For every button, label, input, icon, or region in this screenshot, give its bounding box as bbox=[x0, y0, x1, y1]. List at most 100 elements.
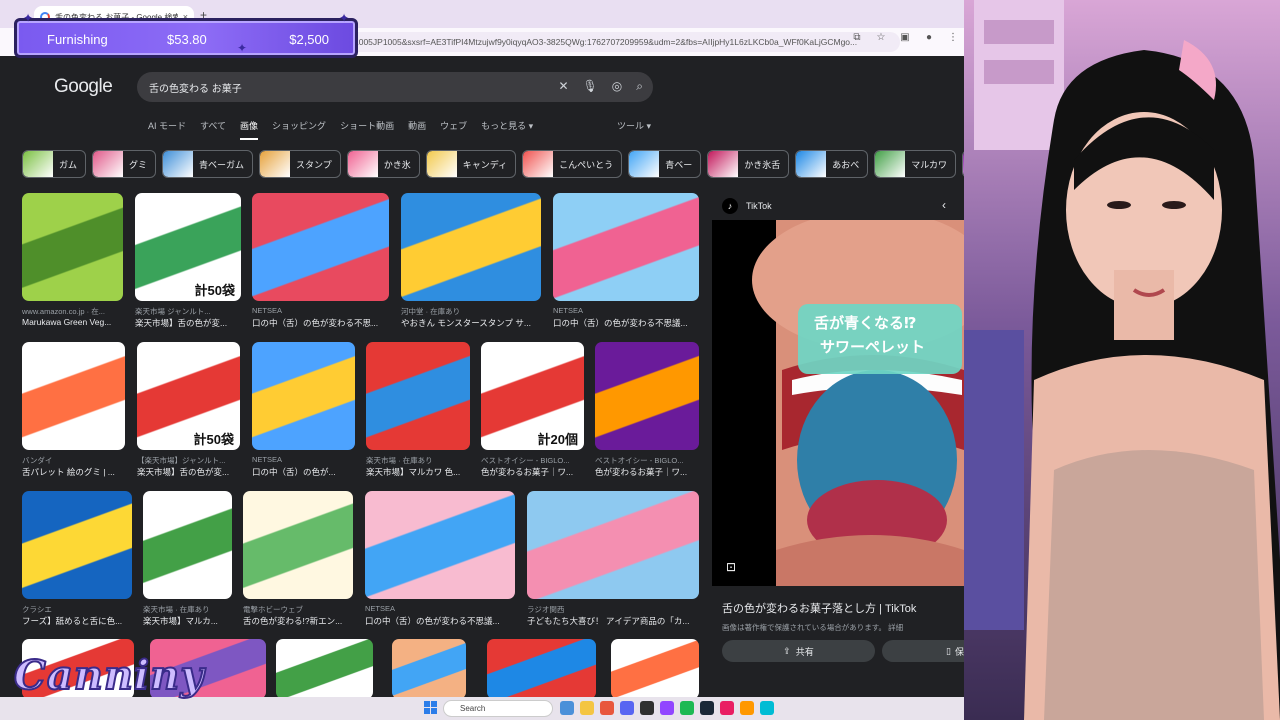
result-thumbnail[interactable] bbox=[252, 193, 389, 301]
result-thumbnail[interactable]: 計20個 bbox=[481, 342, 584, 450]
url-field[interactable]: 1005JP1005&sxsrf=AE3TifPI4Mtzujwf9y0iqyq… bbox=[340, 32, 900, 52]
image-result[interactable]: クラシエ フーズ】舐めると舌に色... bbox=[22, 491, 132, 633]
search-input[interactable]: 舌の色変わる お菓子 ✕ 🎙 ◎ ⌕ bbox=[137, 72, 653, 102]
panel-title[interactable]: 舌の色が変わるお菓子落とし方 | TikTok bbox=[722, 600, 916, 616]
windows-start-icon[interactable] bbox=[424, 701, 438, 715]
image-result[interactable]: 計20個 ベストオイシー - BIGLO... 色が変わるお菓子｜ワ... bbox=[481, 342, 584, 484]
result-thumbnail[interactable] bbox=[143, 491, 232, 599]
result-title[interactable]: 色が変わるお菓子｜ワ... bbox=[481, 466, 584, 478]
result-thumbnail[interactable] bbox=[595, 342, 699, 450]
preview-image[interactable]: 舌が青くなる⁉ サワーペレット bbox=[712, 220, 964, 586]
image-result[interactable]: NETSEA 口の中（舌）の色が... bbox=[252, 342, 355, 484]
nav-tab[interactable]: AI モード bbox=[148, 119, 186, 140]
image-result[interactable]: www.amazon.co.jp · 在... Marukawa Green Ve… bbox=[22, 193, 123, 335]
result-thumbnail[interactable] bbox=[365, 491, 515, 599]
result-thumbnail[interactable] bbox=[553, 193, 699, 301]
nav-tab[interactable]: もっと見る ▾ bbox=[481, 119, 533, 140]
save-button[interactable]: ▯ 保 bbox=[882, 640, 964, 662]
share-button[interactable]: ⇪ 共有 bbox=[722, 640, 875, 662]
result-thumbnail[interactable] bbox=[611, 639, 699, 699]
result-thumbnail[interactable] bbox=[366, 342, 470, 450]
refinement-chip[interactable]: こんぺいとう bbox=[522, 150, 623, 178]
result-title[interactable]: 舌パレット 絵のグミ | ... bbox=[22, 466, 125, 478]
image-result[interactable]: バンダイ 舌パレット 絵のグミ | ... bbox=[22, 342, 125, 484]
app-icon[interactable] bbox=[720, 701, 734, 715]
result-title[interactable]: 口の中（舌）の色が変わる不思議... bbox=[553, 317, 699, 329]
spotify-icon[interactable] bbox=[680, 701, 694, 715]
image-result[interactable]: NETSEA 口の中（舌）の色が変わる不思議... bbox=[553, 193, 699, 335]
result-thumbnail[interactable] bbox=[252, 342, 355, 450]
refinement-chip[interactable]: スタンプ bbox=[259, 150, 341, 178]
voice-search-icon[interactable]: 🎙 bbox=[583, 79, 598, 94]
obs-icon[interactable] bbox=[640, 701, 654, 715]
result-thumbnail[interactable] bbox=[22, 193, 123, 301]
result-thumbnail[interactable] bbox=[22, 342, 125, 450]
panel-back-icon[interactable]: ‹ bbox=[942, 198, 946, 212]
result-thumbnail[interactable] bbox=[401, 193, 541, 301]
menu-icon[interactable]: ⋮ bbox=[946, 32, 960, 43]
result-title[interactable]: 楽天市場】舌の色が変... bbox=[135, 317, 241, 329]
lens-icon[interactable]: ◎ bbox=[612, 79, 622, 94]
image-result[interactable]: 計50袋 【楽天市場】ジャンルト... 楽天市場】舌の色が変... bbox=[137, 342, 240, 484]
result-title[interactable]: 楽天市場】舌の色が変... bbox=[137, 466, 240, 478]
chrome-icon[interactable] bbox=[600, 701, 614, 715]
file-explorer-icon[interactable] bbox=[580, 701, 594, 715]
steam-icon[interactable] bbox=[700, 701, 714, 715]
discord-icon[interactable] bbox=[620, 701, 634, 715]
result-title[interactable]: 色が変わるお菓子｜ワ... bbox=[595, 466, 699, 478]
result-title[interactable]: やおきん モンスタースタンプ サ... bbox=[401, 317, 541, 329]
image-result[interactable]: ラジオ関西 子どもたち大喜び！ アイデア商品の「カ... bbox=[527, 491, 699, 633]
twitch-icon[interactable] bbox=[660, 701, 674, 715]
image-result[interactable]: 楽天市場 · 在庫あり 楽天市場】マルカワ 色... bbox=[366, 342, 470, 484]
nav-tab[interactable]: ショッピング bbox=[272, 119, 326, 140]
nav-tab[interactable]: ショート動画 bbox=[340, 119, 394, 140]
google-logo[interactable]: Google bbox=[54, 76, 113, 98]
clear-search-icon[interactable]: ✕ bbox=[558, 79, 568, 94]
refinement-chip[interactable]: 青ベー bbox=[628, 150, 702, 178]
nav-tab[interactable]: 動画 bbox=[408, 119, 426, 140]
search-icon[interactable]: ⌕ bbox=[636, 79, 643, 94]
result-thumbnail[interactable] bbox=[527, 491, 699, 599]
image-result[interactable]: 楽天市場 · 在庫あり 楽天市場】マルカ... bbox=[143, 491, 232, 633]
result-title[interactable]: 楽天市場】マルカワ 色... bbox=[366, 466, 470, 478]
taskbar-search-input[interactable]: Search bbox=[443, 700, 553, 717]
profile-icon[interactable]: ● bbox=[922, 32, 936, 43]
result-title[interactable]: 口の中（舌）の色が... bbox=[252, 466, 355, 478]
refinement-chip[interactable]: キャンディ bbox=[425, 150, 517, 178]
result-title[interactable]: フーズ】舐めると舌に色... bbox=[22, 615, 132, 627]
image-result[interactable]: ベストオイシー - BIGLO... 色が変わるお菓子｜ワ... bbox=[595, 342, 699, 484]
result-title[interactable]: 口の中（舌）の色が変わる不思議... bbox=[365, 615, 515, 627]
result-thumbnail[interactable]: 計50袋 bbox=[137, 342, 240, 450]
image-result[interactable]: 電撃ホビーウェブ 舌の色が変わる!?新エン... bbox=[243, 491, 353, 633]
app-icon[interactable] bbox=[740, 701, 754, 715]
result-thumbnail[interactable] bbox=[276, 639, 373, 699]
result-thumbnail[interactable] bbox=[392, 639, 466, 699]
result-title[interactable]: 子どもたち大喜び！ アイデア商品の「カ... bbox=[527, 615, 699, 627]
result-thumbnail[interactable]: 計50袋 bbox=[135, 193, 241, 301]
result-thumbnail[interactable] bbox=[22, 491, 132, 599]
result-title[interactable]: Marukawa Green Veg... bbox=[22, 317, 123, 327]
result-thumbnail[interactable] bbox=[487, 639, 596, 699]
refinement-chip[interactable]: あおべ bbox=[795, 150, 869, 178]
nav-tab[interactable]: 画像 bbox=[240, 119, 259, 140]
refinement-chip[interactable]: グミ bbox=[92, 150, 157, 178]
lens-search-icon[interactable]: ⊡ bbox=[726, 560, 736, 574]
result-title[interactable]: 楽天市場】マルカ... bbox=[143, 615, 232, 627]
result-thumbnail[interactable] bbox=[243, 491, 353, 599]
result-title[interactable]: 口の中（舌）の色が変わる不思... bbox=[252, 317, 389, 329]
image-result[interactable]: NETSEA 口の中（舌）の色が変わる不思... bbox=[252, 193, 389, 335]
bookmark-star-icon[interactable]: ☆ bbox=[874, 32, 888, 43]
translate-icon[interactable]: ⧉ bbox=[850, 32, 864, 43]
extension-icon[interactable]: ▣ bbox=[898, 32, 912, 43]
app-icon[interactable] bbox=[760, 701, 774, 715]
refinement-chip[interactable]: かき氷舌 bbox=[707, 150, 790, 178]
refinement-chip[interactable]: かき氷 bbox=[346, 150, 420, 178]
task-view-icon[interactable] bbox=[560, 701, 574, 715]
image-result[interactable]: NETSEA 口の中（舌）の色が変わる不思議... bbox=[365, 491, 515, 633]
refinement-chip[interactable]: 青ベーガム bbox=[162, 150, 254, 178]
refinement-chip[interactable]: ガム bbox=[22, 150, 87, 178]
tools-button[interactable]: ツール ▾ bbox=[617, 119, 651, 132]
result-title[interactable]: 舌の色が変わる!?新エン... bbox=[243, 615, 353, 627]
image-result[interactable]: 計50袋 楽天市場 ジャンルト... 楽天市場】舌の色が変... bbox=[135, 193, 241, 335]
nav-tab[interactable]: すべて bbox=[200, 119, 226, 140]
